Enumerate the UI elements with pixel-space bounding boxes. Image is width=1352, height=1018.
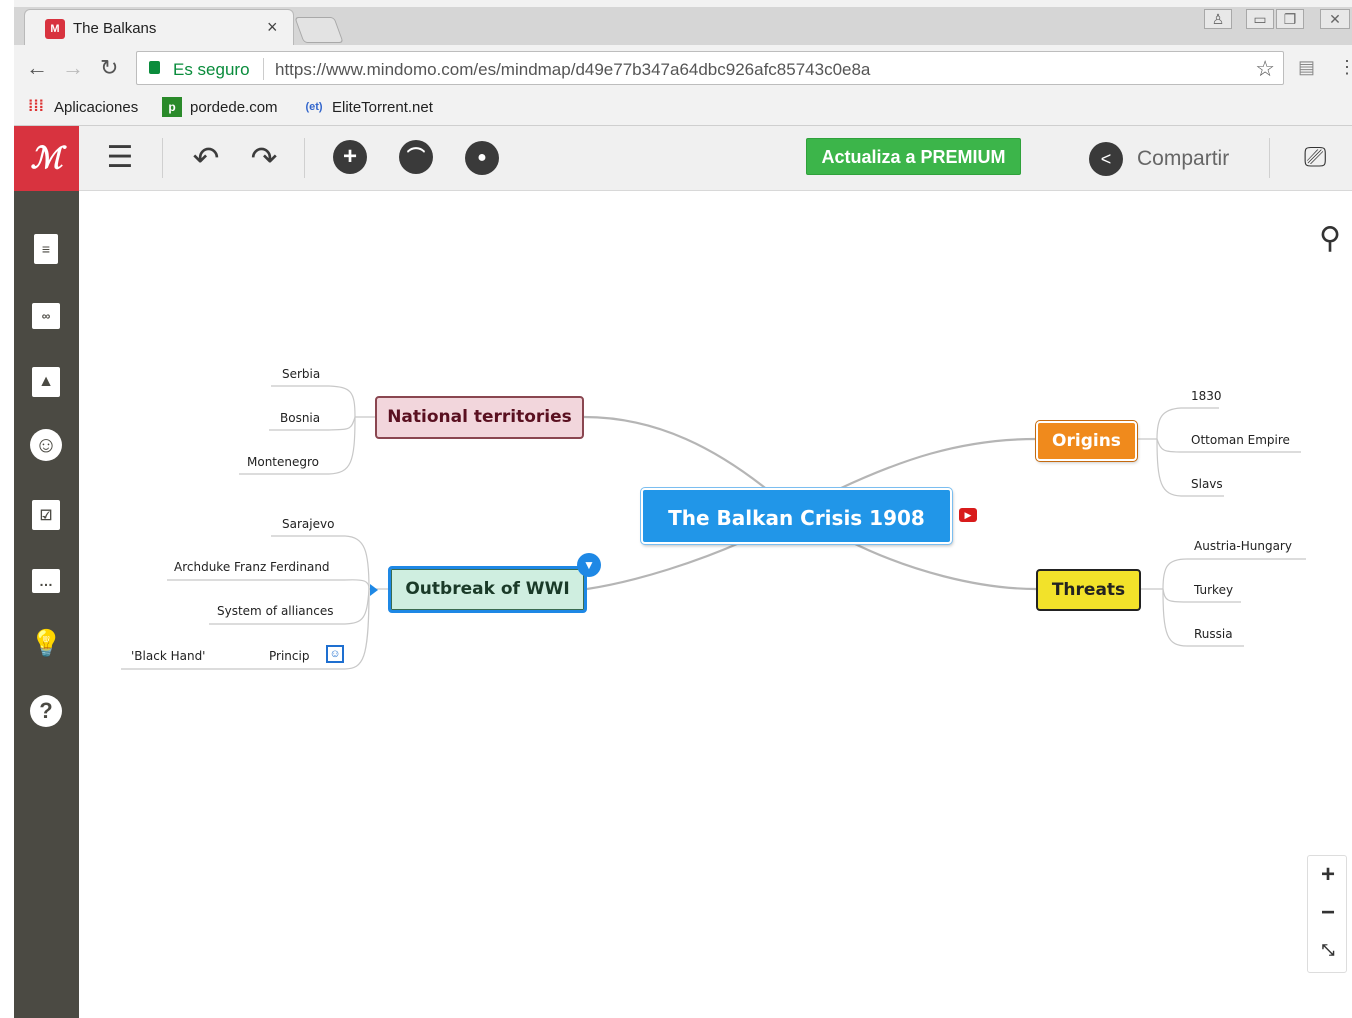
extension-icon[interactable]: ▤ [1298, 57, 1315, 78]
leaf-alliances[interactable]: System of alliances [217, 604, 334, 618]
task-icon[interactable]: ☑ [30, 495, 62, 530]
leaf-russia[interactable]: Russia [1194, 627, 1233, 641]
secure-label: Es seguro [173, 60, 250, 79]
bookmark-label: EliteTorrent.net [332, 98, 433, 116]
lock-icon [149, 61, 160, 74]
chrome-menu-icon[interactable]: ⋮ [1338, 57, 1352, 78]
leaf-1830[interactable]: 1830 [1191, 389, 1222, 403]
zoom-controls: + − ⤡ [1307, 855, 1347, 973]
apps-grid-icon: ⁞⁞⁞ [28, 98, 44, 115]
reload-icon[interactable]: ↻ [100, 55, 118, 81]
fit-to-screen-icon[interactable]: ⤡ [1308, 932, 1348, 970]
share-icon: < [1089, 142, 1123, 176]
drag-handle-icon[interactable] [370, 584, 378, 596]
tab-title: The Balkans [73, 20, 157, 37]
central-topic[interactable]: The Balkan Crisis 1908 [641, 488, 952, 544]
person-card-icon[interactable]: ☺ [326, 645, 344, 663]
relationship-icon[interactable]: ⌒ [398, 140, 434, 176]
presentation-icon[interactable]: ⎚ [1304, 141, 1326, 174]
leaf-montenegro[interactable]: Montenegro [247, 455, 319, 469]
collapse-toggle-icon[interactable]: ▼ [577, 553, 601, 577]
bookmarks-bar: ⁞⁞⁞ Aplicaciones p pordede.com (et) Elit… [14, 91, 1352, 125]
tab-close-icon[interactable]: × [267, 17, 278, 38]
toolbar-divider [304, 138, 305, 178]
help-icon[interactable]: ? [30, 693, 62, 727]
leaf-princip[interactable]: Princip [269, 649, 309, 663]
connector-origins [838, 437, 1037, 490]
elitetorrent-icon: (et) [305, 101, 323, 113]
topic-outbreak-wwi[interactable]: Outbreak of WWI [388, 566, 587, 613]
maximize-icon[interactable]: ❐ [1276, 9, 1304, 29]
redo-icon[interactable]: ↷ [246, 140, 282, 176]
share-button[interactable]: < Compartir [1089, 142, 1229, 176]
link-icon[interactable]: ∞ [30, 295, 62, 329]
lightbulb-icon[interactable]: 💡 [30, 627, 62, 659]
undo-icon[interactable]: ↶ [188, 140, 224, 176]
leaf-bosnia[interactable]: Bosnia [280, 411, 320, 425]
mindmap-canvas[interactable]: ⚲ The Balkan Crisis 1908 ▶ National terr… [79, 191, 1352, 1018]
leaf-slavs[interactable]: Slavs [1191, 477, 1223, 491]
leaf-serbia[interactable]: Serbia [282, 367, 320, 381]
upgrade-premium-button[interactable]: Actualiza a PREMIUM [806, 138, 1021, 175]
connector-national [583, 415, 770, 492]
connector-outbreak [586, 539, 745, 591]
leaf-archduke[interactable]: Archduke Franz Ferdinand [174, 560, 330, 574]
browser-tab[interactable]: M The Balkans × [24, 9, 294, 45]
mindomo-logo-icon[interactable]: ℳ [14, 126, 79, 191]
notes-icon[interactable]: ≡ [30, 229, 62, 264]
add-topic-icon[interactable]: + [332, 140, 368, 176]
connector-threats [848, 540, 1037, 591]
comments-icon[interactable]: … [30, 561, 62, 593]
bookmark-aplicaciones[interactable]: ⁞⁞⁞ Aplicaciones [26, 97, 138, 117]
url-text[interactable]: https://www.mindomo.com/es/mindmap/d49e7… [275, 60, 870, 80]
browser-chrome: M The Balkans × ♙ ▭ ❐ ✕ ← → ↻ Es seguro … [14, 0, 1352, 126]
leaf-turkey[interactable]: Turkey [1194, 583, 1233, 597]
pordede-icon: p [162, 97, 182, 117]
theme-palette-icon[interactable]: ● [464, 140, 500, 176]
leaf-sarajevo[interactable]: Sarajevo [282, 517, 334, 531]
bookmark-label: pordede.com [190, 98, 278, 116]
video-icon[interactable]: ▶ [959, 508, 977, 522]
app-toolbar: ℳ ☰ ↶ ↷ + ⌒ ● Actualiza a PREMIUM < Comp… [14, 126, 1352, 191]
zoom-out-icon[interactable]: − [1308, 894, 1348, 932]
tab-strip: M The Balkans × ♙ ▭ ❐ ✕ [14, 7, 1352, 45]
omnibox-divider [263, 58, 264, 80]
leaf-ottoman-empire[interactable]: Ottoman Empire [1191, 433, 1290, 447]
topic-national-territories[interactable]: National territories [375, 396, 584, 439]
mindomo-favicon-icon: M [45, 19, 65, 39]
menu-icon[interactable]: ☰ [102, 140, 138, 176]
back-icon[interactable]: ← [26, 55, 48, 81]
toolbar-divider [162, 138, 163, 178]
address-bar[interactable]: Es seguro https://www.mindomo.com/es/min… [136, 51, 1284, 85]
bookmark-elitetorrent[interactable]: (et) EliteTorrent.net [304, 97, 433, 117]
topic-threats[interactable]: Threats [1036, 569, 1141, 611]
forward-icon[interactable]: → [62, 55, 84, 81]
window-close-icon[interactable]: ✕ [1320, 9, 1350, 29]
user-profile-icon[interactable]: ♙ [1204, 9, 1232, 29]
topic-origins[interactable]: Origins [1036, 421, 1137, 461]
left-sidebar: ≡ ∞ ▲ ☺ ☑ … 💡 ? [14, 191, 79, 1018]
zoom-in-icon[interactable]: + [1308, 856, 1348, 894]
bookmark-label: Aplicaciones [54, 98, 139, 116]
emoji-icon[interactable]: ☺ [30, 427, 62, 461]
leaf-austria-hungary[interactable]: Austria-Hungary [1194, 539, 1292, 553]
navigation-bar: ← → ↻ Es seguro https://www.mindomo.com/… [14, 45, 1352, 91]
new-tab-button[interactable] [294, 17, 344, 43]
minimize-icon[interactable]: ▭ [1246, 9, 1274, 29]
bookmark-pordede[interactable]: p pordede.com [162, 97, 278, 117]
image-icon[interactable]: ▲ [30, 361, 62, 397]
leaf-black-hand[interactable]: 'Black Hand' [131, 649, 205, 663]
bookmark-star-icon[interactable]: ☆ [1255, 56, 1275, 82]
toolbar-divider [1269, 138, 1270, 178]
share-label: Compartir [1137, 147, 1230, 170]
